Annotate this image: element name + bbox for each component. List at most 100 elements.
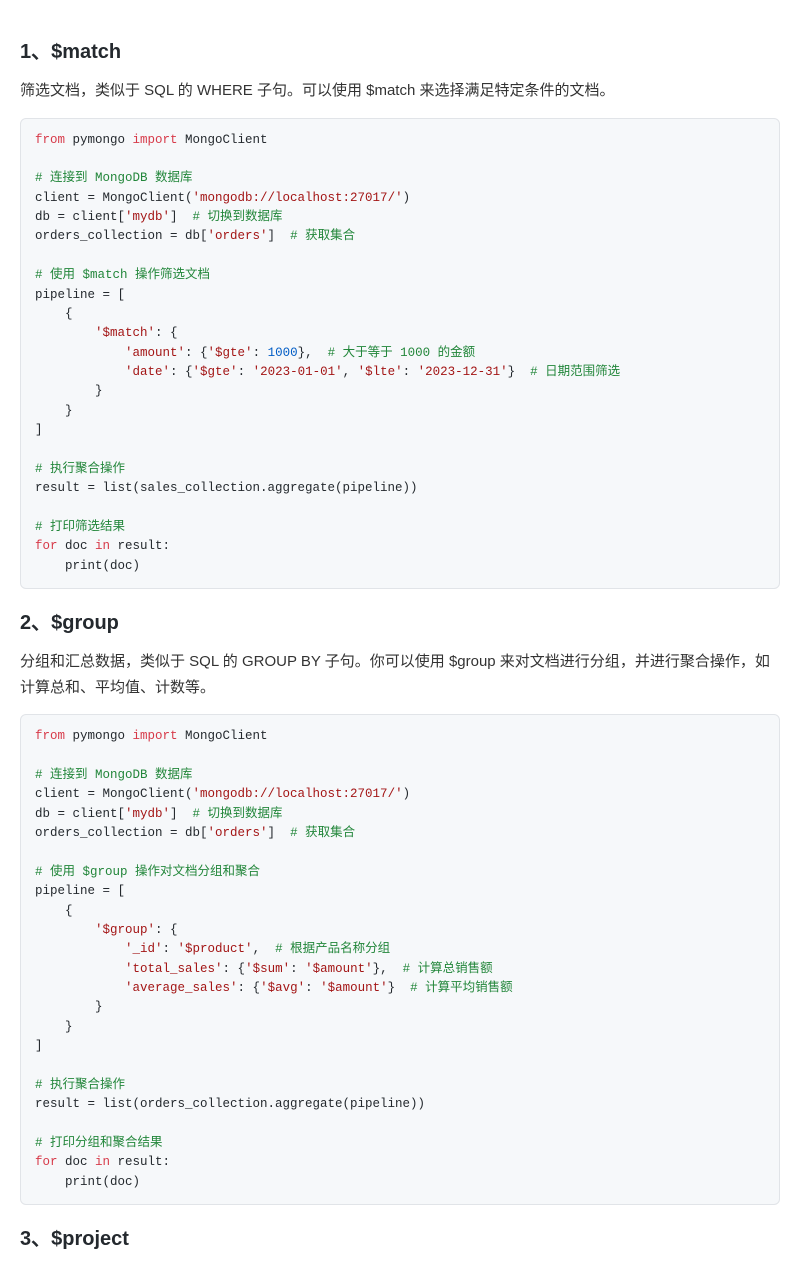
code-token: '$gte' bbox=[193, 365, 238, 379]
code-token: ] bbox=[170, 210, 193, 224]
code-token: # 计算平均销售额 bbox=[410, 981, 513, 995]
code-token: '$amount' bbox=[305, 962, 373, 976]
code-token: 'orders' bbox=[208, 229, 268, 243]
code-token: , bbox=[253, 942, 276, 956]
code-token: result: bbox=[110, 1155, 170, 1169]
section-paragraph-2: 分组和汇总数据，类似于 SQL 的 GROUP BY 子句。你可以使用 $gro… bbox=[20, 649, 780, 700]
code-token: } bbox=[35, 1000, 103, 1014]
code-token: # 根据产品名称分组 bbox=[275, 942, 390, 956]
code-token: 'mydb' bbox=[125, 210, 170, 224]
code-token: } bbox=[508, 365, 531, 379]
code-token: MongoClient bbox=[178, 729, 268, 743]
code-token: : { bbox=[238, 981, 261, 995]
code-token: doc bbox=[58, 539, 96, 553]
code-token: 'mongodb://localhost:27017/' bbox=[193, 787, 403, 801]
code-token: # 切换到数据库 bbox=[193, 210, 283, 224]
code-token: # 日期范围筛选 bbox=[530, 365, 620, 379]
code-token: '$sum' bbox=[245, 962, 290, 976]
code-token: { bbox=[35, 307, 73, 321]
code-token: 'amount' bbox=[125, 346, 185, 360]
code-token: db = client[ bbox=[35, 807, 125, 821]
code-token: result = list(orders_collection.aggregat… bbox=[35, 1097, 425, 1111]
code-token: # 获取集合 bbox=[290, 229, 355, 243]
code-token: from bbox=[35, 729, 65, 743]
code-token: # 打印分组和聚合结果 bbox=[35, 1136, 163, 1150]
code-token: pipeline = [ bbox=[35, 288, 125, 302]
code-token: ) bbox=[403, 787, 411, 801]
code-token: orders_collection = db[ bbox=[35, 229, 208, 243]
code-token: : { bbox=[185, 346, 208, 360]
code-token: : bbox=[253, 346, 268, 360]
code-token: print(doc) bbox=[35, 1175, 140, 1189]
code-token: in bbox=[95, 1155, 110, 1169]
code-token: MongoClient bbox=[178, 133, 268, 147]
code-token: ] bbox=[268, 229, 291, 243]
code-token bbox=[35, 365, 125, 379]
code-token: import bbox=[133, 133, 178, 147]
code-token: # 获取集合 bbox=[290, 826, 355, 840]
code-token bbox=[35, 981, 125, 995]
code-token bbox=[35, 326, 95, 340]
code-token: ] bbox=[170, 807, 193, 821]
code-token: 1000 bbox=[268, 346, 298, 360]
code-token: result: bbox=[110, 539, 170, 553]
code-token: '2023-12-31' bbox=[418, 365, 508, 379]
code-token: : bbox=[305, 981, 320, 995]
code-token: '2023-01-01' bbox=[253, 365, 343, 379]
code-token: : bbox=[290, 962, 305, 976]
code-token: # 连接到 MongoDB 数据库 bbox=[35, 768, 193, 782]
code-token: 'date' bbox=[125, 365, 170, 379]
code-token: ] bbox=[35, 1039, 43, 1053]
code-token bbox=[35, 942, 125, 956]
code-token: { bbox=[35, 904, 73, 918]
code-token: doc bbox=[58, 1155, 96, 1169]
code-token: } bbox=[388, 981, 411, 995]
section-heading-1: 1、$match bbox=[20, 36, 780, 68]
code-token bbox=[35, 923, 95, 937]
section-heading-2: 2、$group bbox=[20, 607, 780, 639]
code-token: # 连接到 MongoDB 数据库 bbox=[35, 171, 193, 185]
section-paragraph-1: 筛选文档，类似于 SQL 的 WHERE 子句。可以使用 $match 来选择满… bbox=[20, 78, 780, 104]
code-token: ) bbox=[403, 191, 411, 205]
code-token: '$group' bbox=[95, 923, 155, 937]
code-token: : { bbox=[155, 326, 178, 340]
code-token: ] bbox=[268, 826, 291, 840]
code-token: pymongo bbox=[65, 729, 133, 743]
code-token: # 使用 $group 操作对文档分组和聚合 bbox=[35, 865, 260, 879]
code-token: }, bbox=[298, 346, 328, 360]
code-token: } bbox=[35, 1020, 73, 1034]
code-token: : bbox=[238, 365, 253, 379]
code-token: : bbox=[403, 365, 418, 379]
code-block-2: from pymongo import MongoClient # 连接到 Mo… bbox=[20, 714, 780, 1205]
section-heading-3: 3、$project bbox=[20, 1223, 780, 1255]
code-token: : { bbox=[155, 923, 178, 937]
code-token: pymongo bbox=[65, 133, 133, 147]
code-token: } bbox=[35, 404, 73, 418]
code-token: , bbox=[343, 365, 358, 379]
code-token: client = MongoClient( bbox=[35, 787, 193, 801]
code-token: 'mydb' bbox=[125, 807, 170, 821]
code-token: }, bbox=[373, 962, 403, 976]
code-token: '$avg' bbox=[260, 981, 305, 995]
code-token: 'average_sales' bbox=[125, 981, 238, 995]
code-token: result = list(sales_collection.aggregate… bbox=[35, 481, 418, 495]
code-block-1: from pymongo import MongoClient # 连接到 Mo… bbox=[20, 118, 780, 590]
code-token: import bbox=[133, 729, 178, 743]
code-token: db = client[ bbox=[35, 210, 125, 224]
code-token: # 打印筛选结果 bbox=[35, 520, 125, 534]
code-token: '$match' bbox=[95, 326, 155, 340]
code-token: } bbox=[35, 384, 103, 398]
code-token: # 切换到数据库 bbox=[193, 807, 283, 821]
code-token: print(doc) bbox=[35, 559, 140, 573]
code-token: 'orders' bbox=[208, 826, 268, 840]
code-token: ] bbox=[35, 423, 43, 437]
code-token bbox=[35, 962, 125, 976]
code-token: # 计算总销售额 bbox=[403, 962, 493, 976]
code-token: for bbox=[35, 1155, 58, 1169]
code-token: # 执行聚合操作 bbox=[35, 462, 125, 476]
code-token: pipeline = [ bbox=[35, 884, 125, 898]
code-token: '$product' bbox=[178, 942, 253, 956]
code-token: # 大于等于 1000 的金额 bbox=[328, 346, 476, 360]
code-token: 'mongodb://localhost:27017/' bbox=[193, 191, 403, 205]
code-token: '$lte' bbox=[358, 365, 403, 379]
